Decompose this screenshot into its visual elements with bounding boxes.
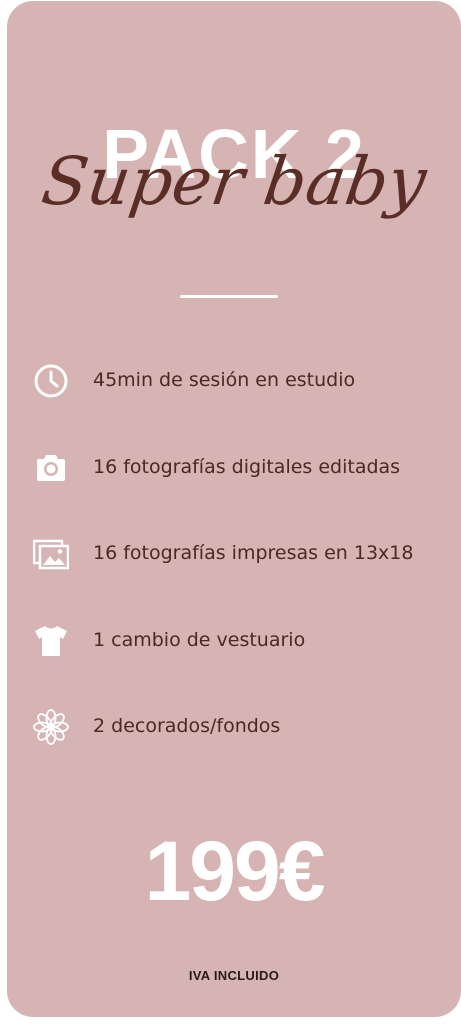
pack-name-script: Super baby [37,143,431,220]
divider [180,295,278,298]
feature-item-session-duration: 45min de sesión en estudio [7,361,461,401]
feature-label: 16 fotografías impresas en 13x18 [93,542,414,564]
photo-prints-icon [32,536,70,572]
clock-icon [33,363,69,399]
price: 199€ [144,824,326,918]
camera-icon [33,450,69,486]
feature-item-printed-photos: 16 fotografías impresas en 13x18 [7,534,461,574]
pricing-card: PACK 2 Super baby 45min de sesión en est… [7,1,461,1017]
feature-label: 2 decorados/fondos [93,715,281,737]
feature-label: 1 cambio de vestuario [93,629,306,651]
feature-item-backdrops: 2 decorados/fondos [7,707,461,747]
flower-icon [33,709,69,745]
tshirt-icon [33,623,69,659]
feature-item-wardrobe-change: 1 cambio de vestuario [7,621,461,661]
feature-label: 45min de sesión en estudio [93,369,356,391]
feature-item-digital-photos: 16 fotografías digitales editadas [7,448,461,488]
tax-note: IVA INCLUIDO [188,968,280,983]
feature-label: 16 fotografías digitales editadas [93,456,401,478]
